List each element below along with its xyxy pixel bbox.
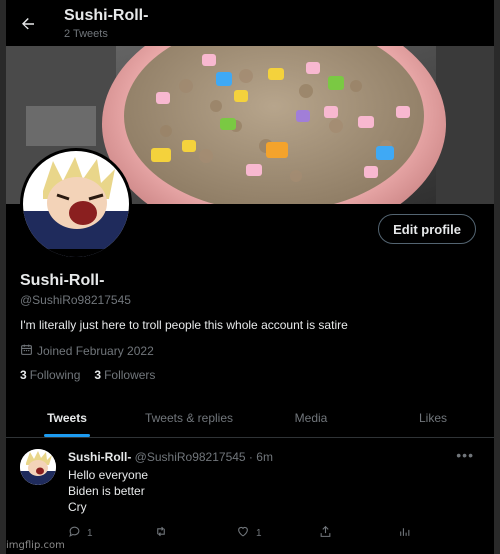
- share-button[interactable]: [319, 525, 332, 541]
- followers-count: 3: [94, 368, 102, 382]
- following-link[interactable]: 3 Following: [20, 368, 80, 382]
- tweet-line: Biden is better: [68, 484, 145, 498]
- analytics-button[interactable]: [398, 525, 411, 541]
- reply-button[interactable]: 1: [68, 525, 93, 541]
- followers-link[interactable]: 3 Followers: [94, 368, 155, 382]
- active-tab-indicator: [44, 434, 90, 437]
- profile-bio: I'm literally just here to troll people …: [20, 318, 348, 332]
- tweet-avatar[interactable]: [20, 449, 56, 485]
- calendar-icon: [20, 343, 33, 359]
- tweet-item[interactable]: Sushi-Roll- @SushiRo98217545 · 6m ••• He…: [6, 439, 494, 554]
- tweet-handle-time: @SushiRo98217545 · 6m: [134, 450, 273, 464]
- like-button[interactable]: 1: [236, 525, 262, 541]
- followers-label: Followers: [104, 368, 156, 382]
- tab-media[interactable]: Media: [250, 398, 372, 437]
- tweet-line: Cry: [68, 500, 87, 514]
- tab-label: Likes: [418, 410, 447, 425]
- edit-profile-button[interactable]: Edit profile: [378, 214, 476, 244]
- tweet-header: Sushi-Roll- @SushiRo98217545 · 6m: [68, 450, 273, 464]
- tweet-line: Hello everyone: [68, 468, 149, 482]
- joined-date: Joined February 2022: [20, 343, 154, 359]
- tweet-count: 2 Tweets: [64, 28, 108, 40]
- reply-icon: [68, 525, 81, 541]
- tab-label: Media: [294, 410, 328, 425]
- back-arrow-icon[interactable]: [16, 12, 40, 36]
- header-title: Sushi-Roll-: [64, 7, 149, 24]
- retweet-button[interactable]: [154, 525, 168, 541]
- analytics-icon: [398, 525, 411, 541]
- retweet-icon: [154, 525, 168, 541]
- like-count: 1: [256, 527, 262, 539]
- reply-count: 1: [87, 527, 93, 539]
- profile-handle: @SushiRo98217545: [20, 293, 131, 307]
- profile-avatar[interactable]: [20, 148, 132, 260]
- profile-tabs: Tweets Tweets & replies Media Likes: [6, 398, 494, 438]
- tab-label: Tweets: [47, 410, 87, 425]
- tab-tweets[interactable]: Tweets: [6, 398, 128, 437]
- joined-text: Joined February 2022: [37, 344, 154, 358]
- tab-tweets-replies[interactable]: Tweets & replies: [128, 398, 250, 437]
- profile-name: Sushi-Roll-: [20, 272, 105, 289]
- watermark-text: imgflip.com: [6, 540, 65, 551]
- tweet-actions: 1 1: [68, 525, 448, 541]
- tweet-author[interactable]: Sushi-Roll-: [68, 450, 131, 464]
- top-bar: Sushi-Roll- 2 Tweets: [6, 0, 494, 46]
- share-icon: [319, 525, 332, 541]
- profile-page: Sushi-Roll- 2 Tweets Edit profile Sushi-…: [6, 0, 494, 554]
- tab-label: Tweets & replies: [144, 410, 234, 425]
- more-options-icon[interactable]: •••: [456, 447, 474, 463]
- tab-likes[interactable]: Likes: [372, 398, 494, 437]
- following-count: 3: [20, 368, 27, 382]
- tweet-text: Hello everyone Biden is better Cry: [68, 467, 148, 515]
- following-label: Following: [29, 368, 81, 382]
- heart-icon: [236, 525, 250, 541]
- follow-stats: 3 Following 3 Followers: [20, 368, 155, 382]
